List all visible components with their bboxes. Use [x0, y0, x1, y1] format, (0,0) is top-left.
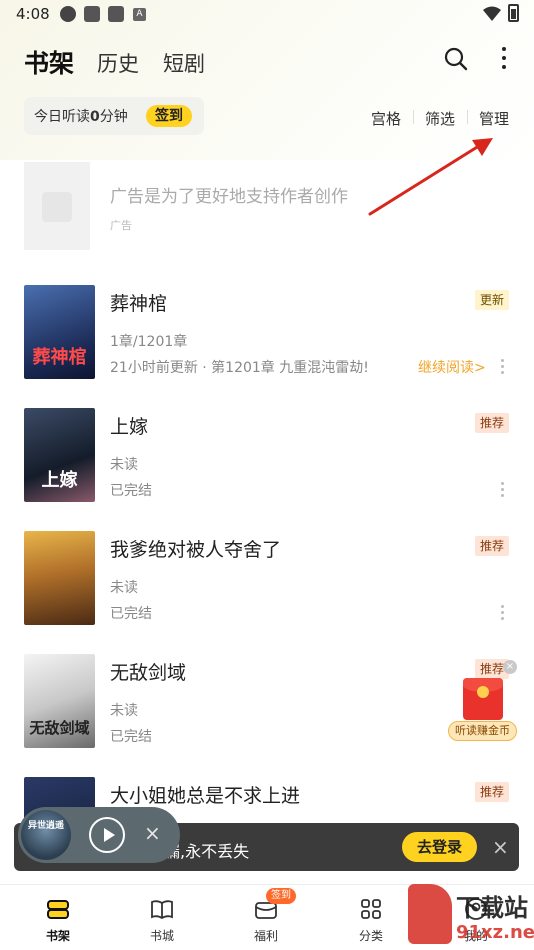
status-badge: 推荐 [475, 413, 510, 433]
list-item[interactable]: 上嫁 上嫁 推荐 未读 已完结 [0, 408, 534, 508]
nav-label: 书城 [149, 929, 174, 943]
status-badge: 更新 [475, 290, 510, 310]
player-cover-title: 异世逍遥 [27, 821, 64, 831]
book-cover[interactable]: 上嫁 [24, 408, 95, 502]
login-button[interactable]: 去登录 [402, 832, 478, 862]
a-badge-icon: A [133, 8, 146, 21]
battery-icon [508, 4, 519, 22]
book-progress: 未读 [110, 580, 138, 596]
continue-reading-link[interactable]: 继续阅读> [418, 357, 486, 377]
cover-title: 上嫁 [41, 470, 78, 491]
status-badge: 推荐 [475, 782, 510, 802]
list-item[interactable]: 我爹绝对被人夺舍了 推荐 未读 已完结 [0, 531, 534, 631]
listen-earn-coins-label[interactable]: 听读赚金币 [448, 721, 517, 741]
book-update-info: 21小时前更新 · 第1201章 九重混沌雷劫! [110, 360, 369, 376]
listen-time-chip[interactable]: 今日听读0分钟 签到 [24, 97, 204, 135]
notification-square-icon [84, 6, 100, 22]
filter-button[interactable]: 筛选 [425, 108, 455, 129]
nav-label: 福利 [253, 929, 278, 943]
close-icon[interactable]: × [144, 821, 161, 845]
player-cover[interactable]: 异世逍遥 [21, 810, 71, 860]
nav-item-bookshelf[interactable]: 书架 [18, 885, 98, 950]
signin-button[interactable]: 签到 [146, 105, 192, 127]
nav-label: 我的 [463, 929, 488, 943]
search-icon[interactable] [444, 47, 468, 71]
aperture-icon [60, 6, 76, 22]
signin-badge: 签到 [266, 888, 296, 904]
status-time: 4:08 [16, 5, 50, 23]
book-cover[interactable] [24, 531, 95, 625]
book-open-icon [151, 900, 173, 920]
toolbar-divider [467, 110, 468, 124]
book-progress: 1章/1201章 [110, 334, 188, 350]
book-status: 已完结 [110, 483, 152, 499]
tab-history[interactable]: 历史 [97, 48, 139, 78]
close-icon[interactable]: × [503, 660, 517, 674]
nav-item-welfare[interactable]: 签到 福利 [226, 885, 306, 950]
more-vertical-icon[interactable] [501, 359, 505, 375]
tab-bookshelf[interactable]: 书架 [22, 44, 75, 80]
cover-title: 葬神棺 [32, 347, 87, 368]
tab-bookshelf-label: 书架 [24, 49, 75, 78]
profile-icon [465, 898, 487, 920]
wifi-icon [483, 6, 501, 21]
listen-time-text: 今日听读0分钟 [34, 109, 128, 125]
book-cover[interactable]: 无敌剑域 [24, 654, 95, 748]
ad-title[interactable]: 广告是为了更好地支持作者创作 [110, 182, 348, 207]
mini-audio-player[interactable]: 异世逍遥 × [18, 807, 180, 863]
manage-button[interactable]: 管理 [479, 108, 509, 129]
notification-square-icon [108, 6, 124, 22]
nav-item-profile[interactable]: 我的 [436, 885, 516, 950]
status-bar: 4:08 A [0, 0, 534, 28]
red-packet-icon[interactable] [463, 678, 503, 720]
book-title[interactable]: 上嫁 [110, 412, 148, 439]
more-vertical-icon[interactable] [501, 482, 505, 498]
book-title[interactable]: 葬神棺 [110, 289, 167, 316]
annotation-arrow-icon [368, 138, 493, 216]
bookshelf-icon [47, 900, 69, 919]
nav-item-category[interactable]: 分类 [331, 885, 411, 950]
toolbar-divider [413, 110, 414, 124]
book-progress: 未读 [110, 457, 138, 473]
play-icon[interactable] [89, 817, 125, 853]
grid-view-button[interactable]: 宫格 [371, 108, 401, 129]
book-cover[interactable]: 葬神棺 [24, 285, 95, 379]
nav-label: 书架 [45, 929, 70, 943]
bottom-navigation: 书架 书城 签到 福利 分类 我的 [0, 884, 534, 950]
nav-item-bookstore[interactable]: 书城 [122, 885, 202, 950]
more-vertical-icon[interactable] [501, 47, 507, 69]
nav-label: 分类 [358, 929, 383, 943]
close-icon[interactable]: × [492, 835, 509, 859]
ad-image[interactable] [24, 162, 90, 250]
category-grid-icon [361, 899, 381, 919]
status-badge: 推荐 [475, 536, 510, 556]
book-status: 已完结 [110, 729, 152, 745]
book-progress: 未读 [110, 703, 138, 719]
more-vertical-icon[interactable] [501, 605, 505, 621]
book-title[interactable]: 大小姐她总是不求上进 [110, 781, 300, 808]
book-status: 已完结 [110, 606, 152, 622]
book-title[interactable]: 我爹绝对被人夺舍了 [110, 535, 281, 562]
cover-title: 无敌剑域 [29, 719, 90, 737]
book-title[interactable]: 无敌剑域 [110, 658, 186, 685]
tab-short-drama[interactable]: 短剧 [163, 48, 205, 78]
ad-tag: 广告 [110, 219, 132, 232]
list-item[interactable]: 葬神棺 葬神棺 更新 1章/1201章 21小时前更新 · 第1201章 九重混… [0, 285, 534, 385]
